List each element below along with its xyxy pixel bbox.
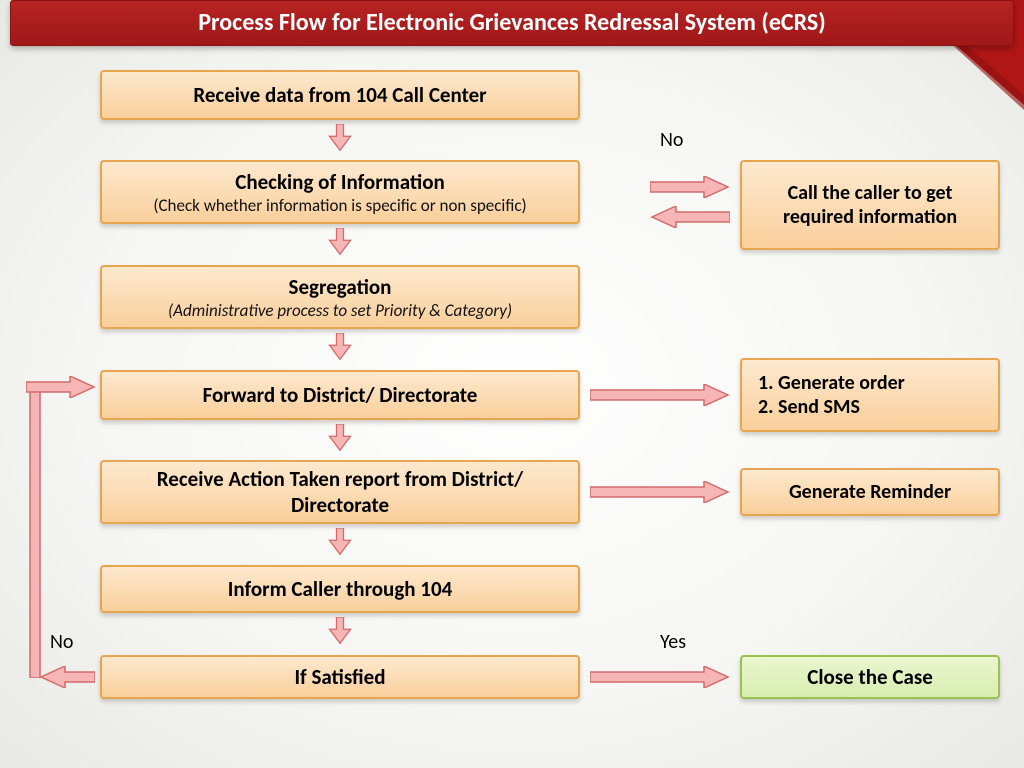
- step-label: Segregation: [112, 274, 568, 300]
- arrow-down-icon: [326, 528, 354, 556]
- step-label: Receive Action Taken report from Distric…: [112, 466, 568, 518]
- arrow-right-icon: [650, 176, 730, 198]
- arrow-right-icon: [26, 376, 96, 398]
- arrow-down-icon: [326, 228, 354, 256]
- arrow-right-icon: [590, 481, 730, 503]
- arrow-down-icon: [326, 424, 354, 452]
- step-label: If Satisfied: [112, 664, 568, 690]
- order-list: Generate order Send SMS: [752, 371, 988, 419]
- step-label: Call the caller to get required informat…: [752, 181, 988, 229]
- arrow-down-icon: [326, 617, 354, 645]
- step-label: Inform Caller through 104: [112, 576, 568, 602]
- loop-line-icon: [24, 378, 46, 678]
- step-label: Receive data from 104 Call Center: [112, 82, 568, 108]
- list-item: Send SMS: [778, 395, 988, 419]
- step-close: Close the Case: [740, 655, 1000, 699]
- step-label: Close the Case: [752, 664, 988, 690]
- arrow-left-icon: [40, 666, 95, 688]
- arrow-right-icon: [590, 666, 730, 688]
- step-reminder: Generate Reminder: [740, 468, 1000, 516]
- arrow-down-icon: [326, 333, 354, 361]
- step-forward: Forward to District/ Directorate: [100, 370, 580, 420]
- step-segregation: Segregation (Administrative process to s…: [100, 265, 580, 329]
- arrow-right-icon: [590, 384, 730, 406]
- step-sublabel: (Check whether information is specific o…: [112, 195, 568, 216]
- page-title: Process Flow for Electronic Grievances R…: [10, 0, 1014, 46]
- step-sublabel: (Administrative process to set Priority …: [112, 300, 568, 321]
- step-check: Checking of Information (Check whether i…: [100, 160, 580, 224]
- step-call-back: Call the caller to get required informat…: [740, 160, 1000, 250]
- step-receive: Receive data from 104 Call Center: [100, 70, 580, 120]
- step-label: Forward to District/ Directorate: [112, 382, 568, 408]
- arrow-down-icon: [326, 124, 354, 152]
- step-generate-order: Generate order Send SMS: [740, 358, 1000, 432]
- step-label: Generate Reminder: [752, 480, 988, 504]
- step-receive-atr: Receive Action Taken report from Distric…: [100, 460, 580, 524]
- step-satisfied: If Satisfied: [100, 655, 580, 699]
- step-inform: Inform Caller through 104: [100, 565, 580, 613]
- list-item: Generate order: [778, 371, 988, 395]
- label-no-top: No: [660, 128, 683, 152]
- arrow-left-icon: [650, 206, 730, 228]
- label-no-bottom: No: [50, 630, 73, 654]
- label-yes: Yes: [660, 630, 686, 654]
- step-label: Checking of Information: [112, 169, 568, 195]
